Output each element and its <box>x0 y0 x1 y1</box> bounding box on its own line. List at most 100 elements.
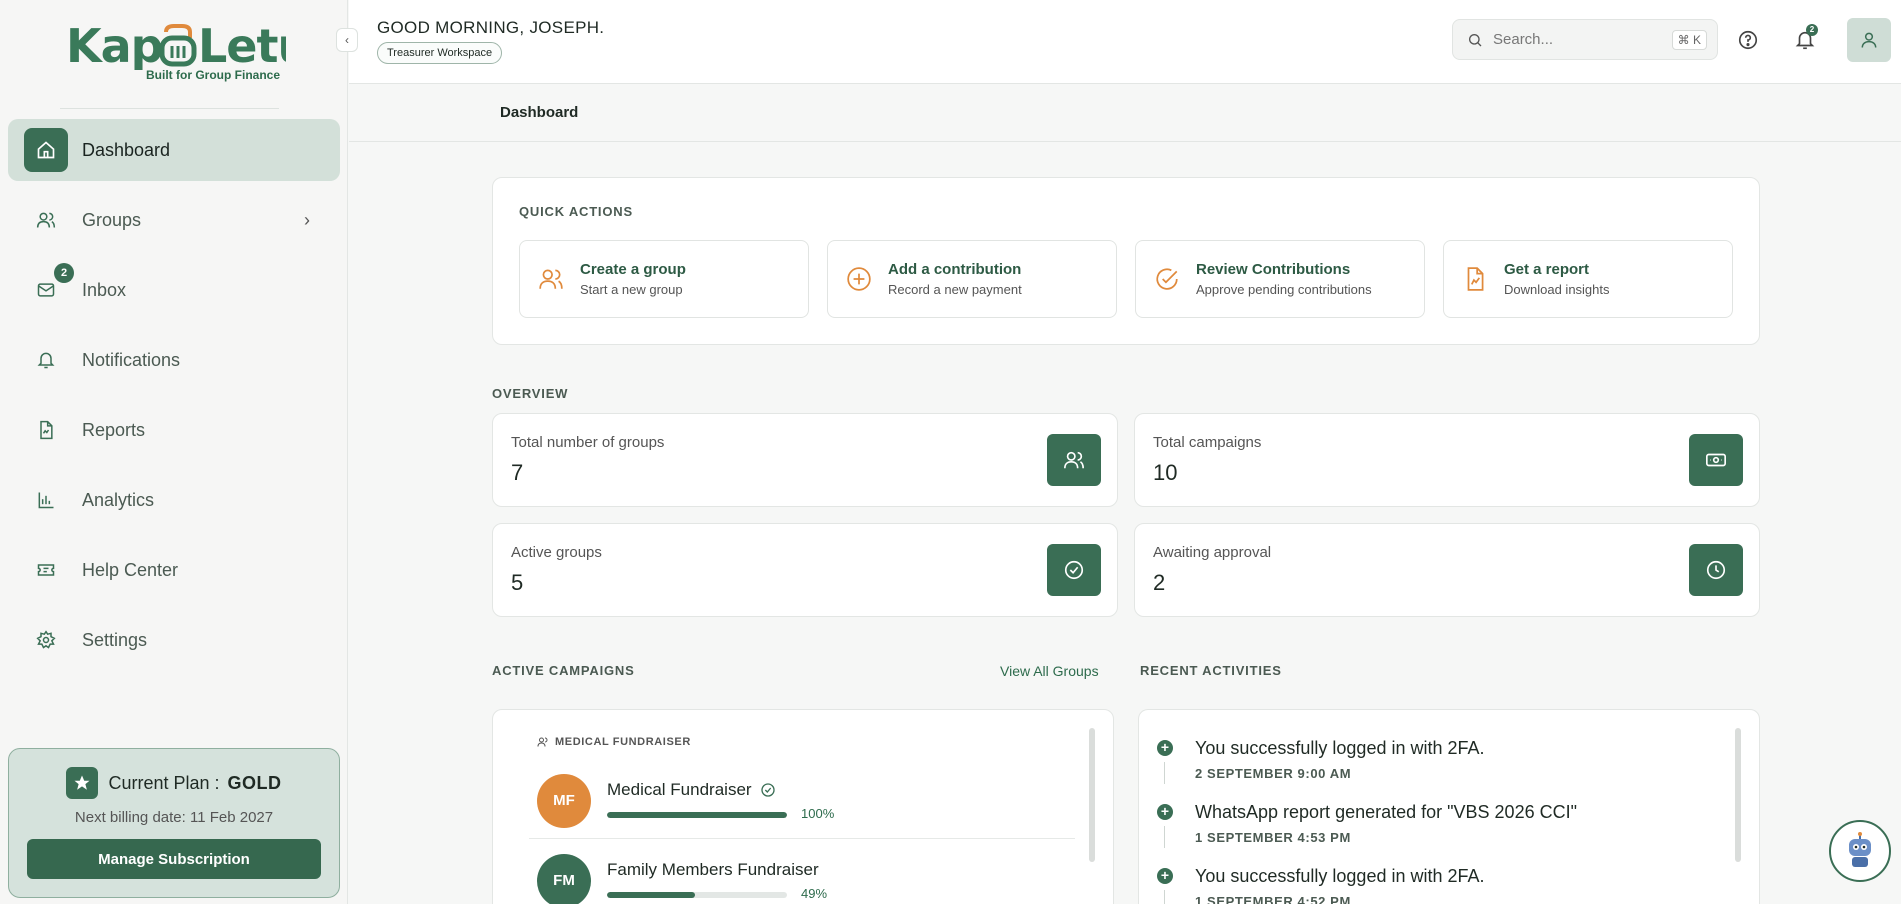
logo[interactable]: Kap Letu Built for Group Finance <box>66 18 310 90</box>
quick-actions-card: QUICK ACTIONS Create a group Start a new… <box>492 177 1760 345</box>
quick-action-title: Create a group <box>580 261 686 278</box>
stat-value: 7 <box>511 460 524 485</box>
stat-card-awaiting-approval[interactable]: Awaiting approval 2 <box>1134 523 1760 617</box>
sidebar-item-label: Reports <box>82 419 146 440</box>
plus-icon: + <box>1157 868 1173 884</box>
campaign-category-label: MEDICAL FUNDRAISER <box>555 736 691 748</box>
greeting: GOOD MORNING, JOSEPH. <box>377 18 605 37</box>
campaign-name: Family Members Fundraiser <box>607 860 819 880</box>
users-icon <box>1047 434 1101 486</box>
stat-label: Active groups <box>511 544 602 561</box>
collapse-sidebar-button[interactable]: ‹ <box>336 28 358 52</box>
sidebar-item-label: Inbox <box>82 279 127 300</box>
sidebar: Kap Letu Built for Group Finance Dashboa… <box>0 0 348 904</box>
user-icon <box>1861 32 1877 48</box>
sidebar-item-analytics[interactable]: Analytics <box>8 469 340 531</box>
view-all-groups-link[interactable]: View All Groups <box>1000 663 1099 679</box>
shortcut-hint: ⌘ K <box>1671 29 1707 50</box>
quick-action-create-group[interactable]: Create a group Start a new group <box>519 240 809 318</box>
divider <box>529 838 1075 839</box>
sidebar-item-label: Analytics <box>82 489 155 510</box>
assistant-bot-button[interactable] <box>1829 820 1891 882</box>
sidebar-item-label: Dashboard <box>82 139 171 160</box>
home-icon <box>24 128 68 172</box>
breadcrumb-current[interactable]: Dashboard <box>500 104 578 121</box>
star-icon <box>66 767 99 799</box>
stat-card-total-groups[interactable]: Total number of groups 7 <box>492 413 1118 507</box>
activity-text: You successfully logged in with 2FA. <box>1195 866 1485 886</box>
search-icon <box>1469 33 1482 46</box>
help-icon[interactable] <box>1735 27 1761 53</box>
sidebar-item-notifications[interactable]: Notifications <box>8 329 340 391</box>
stat-value: 2 <box>1153 570 1166 595</box>
activity-text: You successfully logged in with 2FA. <box>1195 738 1485 758</box>
verified-icon <box>760 783 775 797</box>
list-item[interactable]: MF Medical Fundraiser 100% <box>537 774 1077 834</box>
sidebar-item-settings[interactable]: Settings <box>8 609 340 671</box>
campaign-name: Medical Fundraiser <box>607 780 776 800</box>
search-input[interactable]: Search... ⌘ K <box>1452 19 1718 60</box>
check-circle-icon <box>1156 268 1178 290</box>
users-icon <box>539 269 563 289</box>
svg-text:Letu: Letu <box>198 19 286 70</box>
plan-label: Current Plan : <box>108 772 220 793</box>
sidebar-item-label: Groups <box>82 209 142 230</box>
campaign-avatar: MF <box>537 774 591 828</box>
progress-fill <box>607 892 696 898</box>
chevron-right-icon[interactable]: › <box>304 210 310 231</box>
breadcrumb: Dashboard <box>349 85 1901 142</box>
avatar[interactable] <box>1847 18 1891 62</box>
stat-card-total-campaigns[interactable]: Total campaigns 10 <box>1134 413 1760 507</box>
manage-subscription-button[interactable]: Manage Subscription <box>27 839 321 879</box>
brand-tagline: Built for Group Finance <box>146 68 280 82</box>
quick-action-title: Add a contribution <box>888 261 1022 278</box>
recent-activities-card: + You successfully logged in with 2FA. 2… <box>1138 709 1760 904</box>
sidebar-item-help-center[interactable]: Help Center <box>8 539 340 601</box>
users-icon <box>24 198 68 242</box>
scrollbar[interactable] <box>1735 728 1741 862</box>
users-icon <box>537 737 548 747</box>
scrollbar[interactable] <box>1089 728 1095 862</box>
sidebar-item-inbox[interactable]: 2 Inbox <box>8 259 340 321</box>
quick-action-add-contribution[interactable]: Add a contribution Record a new payment <box>827 240 1117 318</box>
bar-chart-icon <box>24 478 68 522</box>
quick-action-get-report[interactable]: Get a report Download insights <box>1443 240 1733 318</box>
sidebar-nav: Dashboard Groups › 2 Inbox Notifications <box>8 119 340 679</box>
gear-icon <box>24 618 68 662</box>
campaign-name-text: Medical Fundraiser <box>607 780 752 799</box>
campaign-avatar: FM <box>537 854 591 904</box>
quick-action-subtitle: Approve pending contributions <box>1196 282 1372 297</box>
quick-action-review-contributions[interactable]: Review Contributions Approve pending con… <box>1135 240 1425 318</box>
plus-icon: + <box>1157 740 1173 756</box>
timeline-line <box>1164 826 1165 848</box>
progress-bar <box>607 812 787 818</box>
quick-action-subtitle: Download insights <box>1504 282 1610 297</box>
brand-wordmark: Kap Letu <box>66 19 310 73</box>
bell-icon[interactable]: 2 <box>1792 24 1818 53</box>
plan-card: Current Plan : GOLD Next billing date: 1… <box>8 748 340 898</box>
activity-time: 1 SEPTEMBER 4:52 PM <box>1195 894 1351 904</box>
section-title: RECENT ACTIVITIES <box>1140 663 1282 678</box>
sidebar-item-groups[interactable]: Groups › <box>8 189 340 251</box>
stat-label: Awaiting approval <box>1153 544 1272 561</box>
divider <box>60 108 279 109</box>
list-item[interactable]: FM Family Members Fundraiser 49% <box>537 854 1077 904</box>
plan-tier: GOLD <box>227 772 282 793</box>
sidebar-item-dashboard[interactable]: Dashboard <box>8 119 340 181</box>
quick-action-title: Get a report <box>1504 261 1590 278</box>
check-circle-icon <box>1047 544 1101 596</box>
notification-badge: 2 <box>1806 24 1818 36</box>
quick-action-subtitle: Record a new payment <box>888 282 1022 297</box>
quick-action-title: Review Contributions <box>1196 261 1351 278</box>
quick-action-subtitle: Start a new group <box>580 282 683 297</box>
sidebar-item-reports[interactable]: Reports <box>8 399 340 461</box>
progress-percent: 49% <box>801 886 828 901</box>
search-placeholder: Search... <box>1493 31 1554 48</box>
activity-time: 2 SEPTEMBER 9:00 AM <box>1195 766 1352 781</box>
progress-percent: 100% <box>801 806 835 821</box>
stat-card-active-groups[interactable]: Active groups 5 <box>492 523 1118 617</box>
stat-label: Total campaigns <box>1153 434 1262 451</box>
timeline-line <box>1164 762 1165 784</box>
campaign-name-text: Family Members Fundraiser <box>607 860 819 879</box>
activity-time: 1 SEPTEMBER 4:53 PM <box>1195 830 1351 845</box>
